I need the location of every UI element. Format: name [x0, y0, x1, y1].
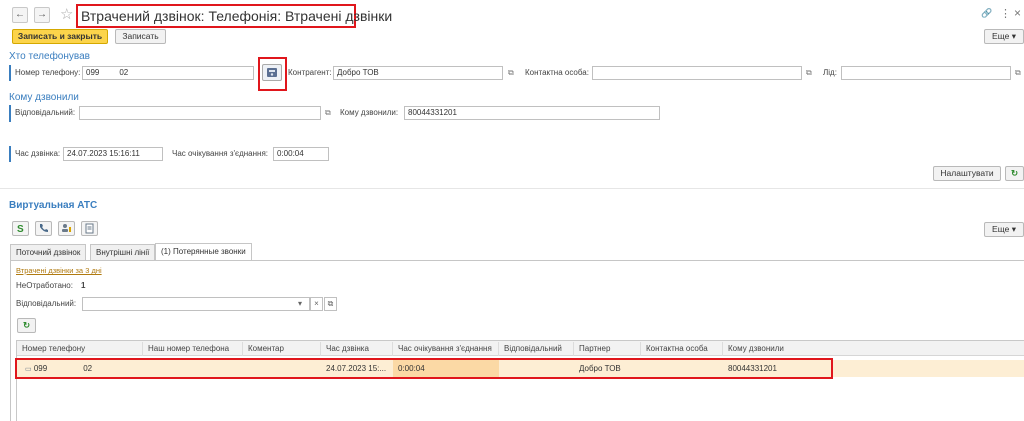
cell-comment[interactable]	[243, 361, 321, 376]
unprocessed-label: НеОтработано:	[16, 281, 73, 290]
save-and-close-button[interactable]: Записать и закрыть	[12, 29, 108, 44]
responsible-clear-icon[interactable]: ×	[310, 297, 323, 311]
page-title: Втрачений дзвінок: Телефонія: Втрачені д…	[81, 8, 393, 24]
phone-icon	[267, 68, 277, 77]
col-contact[interactable]: Контактна особа	[641, 342, 723, 356]
refresh-icon[interactable]: ↻	[1005, 166, 1024, 181]
section-divider	[0, 188, 1024, 189]
col-responsible[interactable]: Відповідальний	[499, 342, 574, 356]
col-partner[interactable]: Партнер	[574, 342, 641, 356]
contragent-open-icon[interactable]: ⧉	[508, 66, 514, 80]
call-time-label: Час дзвінка:	[15, 149, 61, 158]
col-our-phone[interactable]: Наш номер телефона	[143, 342, 243, 356]
lead-label: Лід:	[823, 68, 837, 77]
call-time-value: 24.07.2023 15:16:11	[67, 149, 140, 158]
contact-open-icon[interactable]: ⧉	[806, 66, 812, 80]
contragent-label: Контрагент:	[288, 68, 332, 77]
cell-responsible[interactable]	[499, 361, 574, 376]
cell-phone[interactable]: ▭ 099 02	[20, 361, 140, 376]
contacts-icon	[62, 224, 71, 232]
menu-icon[interactable]: ⋮	[1000, 7, 1011, 20]
callee-group-bar	[9, 105, 11, 122]
call-icon: S	[17, 224, 24, 235]
list-refresh-icon[interactable]: ↻	[17, 318, 36, 333]
phone-label: Номер телефону:	[15, 68, 81, 77]
contragent-field[interactable]: Добро ТОВ	[333, 66, 503, 80]
call-time-field[interactable]: 24.07.2023 15:16:11	[63, 147, 163, 161]
unprocessed-count: 1	[81, 281, 86, 290]
cell-phone-tail: 02	[83, 364, 93, 373]
cell-call-time[interactable]: 24.07.2023 15:...	[321, 361, 393, 376]
col-comment[interactable]: Коментар	[243, 342, 321, 356]
caller-group-bar	[9, 65, 11, 81]
wait-value: 0:00:04	[277, 149, 304, 158]
tab-panel-border	[10, 260, 1024, 261]
ats-responsible-field[interactable]	[82, 297, 310, 311]
phone-value-tail: 02	[119, 68, 129, 77]
configure-button[interactable]: Налаштувати	[933, 166, 1001, 181]
ats-report-button[interactable]	[81, 221, 98, 236]
contact-label: Контактна особа:	[525, 68, 589, 77]
cell-wait[interactable]: 0:00:04	[393, 361, 499, 376]
more-button[interactable]: Еще ▾	[984, 29, 1024, 44]
timing-group-bar	[9, 146, 11, 162]
lead-open-icon[interactable]: ⧉	[1015, 66, 1021, 80]
phone-type-icon: ▭	[25, 366, 32, 373]
favorite-star-icon[interactable]: ☆	[60, 5, 73, 23]
ats-section-title: Виртуальная АТС	[9, 200, 98, 211]
callee-section-title: Кому дзвонили	[9, 92, 79, 103]
back-button[interactable]: ←	[12, 7, 28, 23]
called-value: 80044331201	[408, 108, 457, 117]
col-called[interactable]: Кому дзвонили	[723, 342, 833, 356]
col-wait[interactable]: Час очікування з'єднання	[393, 342, 499, 356]
wait-field[interactable]: 0:00:04	[273, 147, 329, 161]
tab-panel-left-border	[10, 260, 11, 421]
cell-phone-value: 099	[33, 364, 48, 373]
ats-phone-button[interactable]	[35, 221, 52, 236]
svg-text:S: S	[17, 224, 24, 234]
document-icon	[85, 223, 94, 234]
col-call-time[interactable]: Час дзвінка	[321, 342, 393, 356]
cell-our-phone[interactable]	[143, 361, 243, 376]
responsible-dropdown-icon[interactable]: ▾	[298, 297, 302, 311]
caller-section-title: Хто телефонував	[9, 51, 90, 62]
cell-called[interactable]: 80044331201	[723, 361, 829, 376]
contact-field[interactable]	[592, 66, 802, 80]
cell-partner[interactable]: Добро ТОВ	[574, 361, 641, 376]
tab-missed-calls[interactable]: (1) Потерянные звонки	[155, 243, 252, 260]
wait-label: Час очікування з'єднання:	[172, 149, 269, 158]
col-phone[interactable]: Номер телефону	[17, 342, 143, 356]
contragent-value: Добро ТОВ	[337, 68, 379, 77]
responsible-label: Відповідальний:	[15, 108, 76, 117]
responsible-open-icon[interactable]: ⧉	[325, 106, 331, 120]
tab-internal-lines[interactable]: Внутрішні лінії	[90, 244, 156, 260]
ats-more-button[interactable]: Еще ▾	[984, 222, 1024, 237]
ats-contacts-button[interactable]	[58, 221, 75, 236]
tab-current-call[interactable]: Поточний дзвінок	[10, 244, 87, 260]
ats-call-button[interactable]: S	[12, 221, 29, 236]
responsible-field[interactable]	[79, 106, 321, 120]
close-icon[interactable]: ×	[1014, 6, 1021, 20]
lead-field[interactable]	[841, 66, 1011, 80]
ats-responsible-label: Відповідальний:	[16, 299, 77, 308]
handset-icon	[40, 224, 48, 232]
called-field[interactable]: 80044331201	[404, 106, 660, 120]
phone-field[interactable]: 099 02	[82, 66, 254, 80]
forward-button[interactable]: →	[34, 7, 50, 23]
called-label: Кому дзвонили:	[340, 108, 399, 117]
cell-contact[interactable]	[641, 361, 723, 376]
missed-calls-link[interactable]: Втрачені дзвінки за 3 дні	[16, 266, 102, 275]
phone-value: 099	[86, 68, 100, 77]
save-button[interactable]: Записать	[115, 29, 166, 44]
link-icon[interactable]: 🔗	[981, 8, 992, 19]
responsible-open-icon-2[interactable]: ⧉	[324, 297, 337, 311]
phone-action-button[interactable]	[262, 64, 282, 81]
